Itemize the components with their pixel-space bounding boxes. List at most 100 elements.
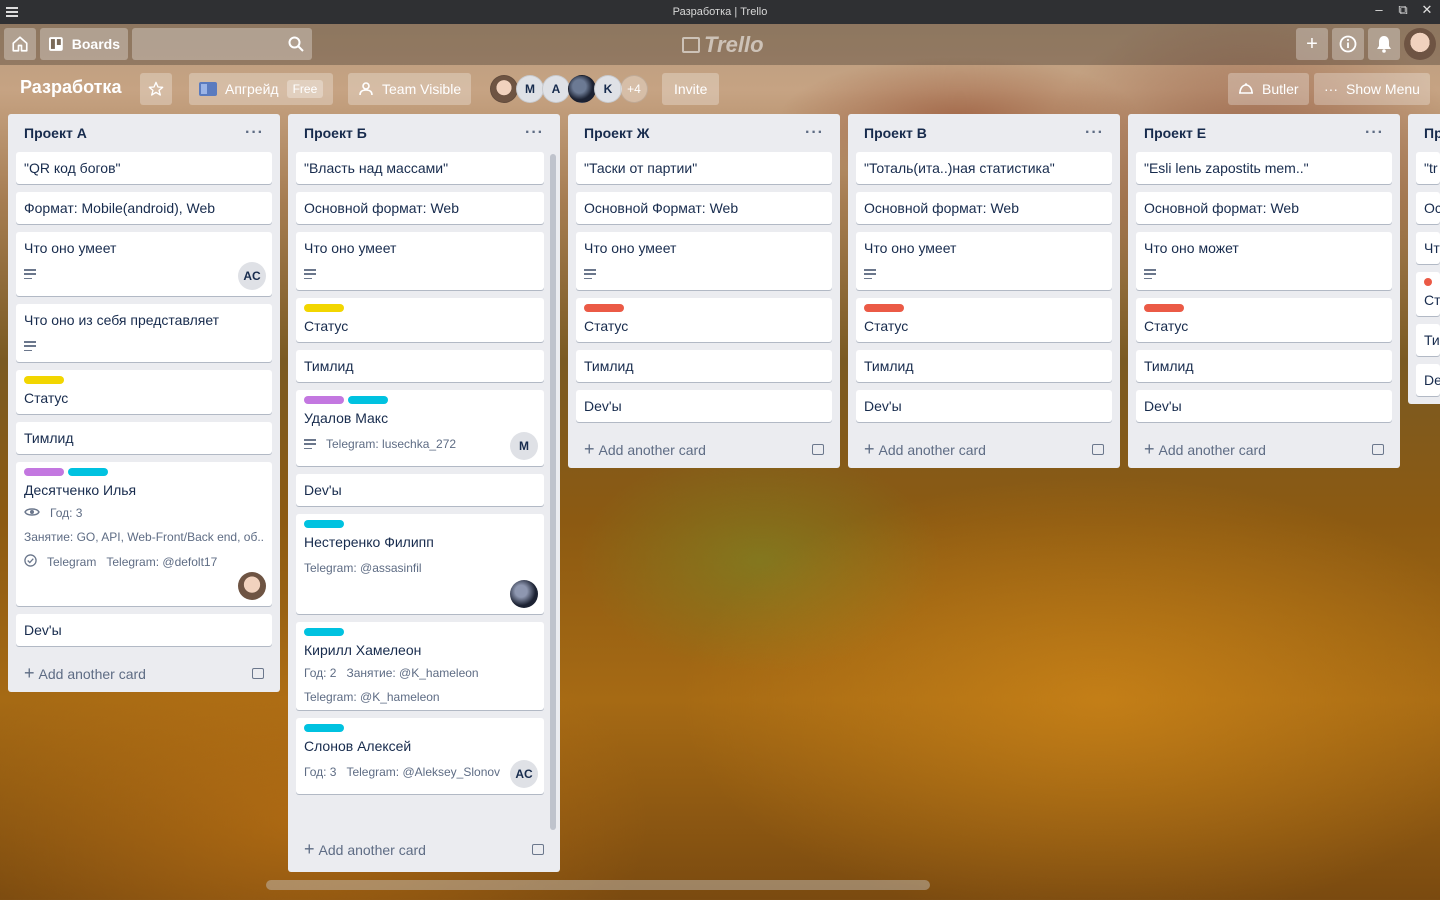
card[interactable]: Формат: Mobile(android), Web	[16, 192, 272, 224]
card[interactable]: Статус	[16, 370, 272, 414]
card[interactable]: Нестеренко Филипп Telegram: @assasinfil	[296, 514, 544, 614]
card[interactable]: "Esli lenь zapostitь mem.."	[1136, 152, 1392, 184]
member-avatar[interactable]: A	[542, 75, 570, 103]
user-avatar[interactable]	[1404, 28, 1436, 60]
board-title[interactable]: Разработка	[20, 77, 121, 98]
list-menu-icon[interactable]: ···	[525, 124, 544, 142]
horizontal-scrollbar[interactable]	[266, 880, 930, 890]
card[interactable]: "Власть над массами"	[296, 152, 544, 184]
notifications-button[interactable]	[1368, 28, 1400, 60]
card[interactable]: Тимлид	[16, 422, 272, 454]
label-sky[interactable]	[348, 396, 388, 404]
card[interactable]: Статус	[576, 298, 832, 342]
card[interactable]: Статус	[296, 298, 544, 342]
label-sky[interactable]	[304, 628, 344, 636]
card[interactable]: Dev'ы	[856, 390, 1112, 422]
card-template-icon[interactable]	[1372, 443, 1384, 455]
star-board-button[interactable]	[140, 73, 172, 105]
add-card-button[interactable]: + Add another card	[8, 654, 280, 692]
card[interactable]: Тимлид	[856, 350, 1112, 382]
card[interactable]: Статус	[856, 298, 1112, 342]
card[interactable]: Основной формат: Web	[296, 192, 544, 224]
member-avatar[interactable]	[490, 75, 518, 103]
add-card[interactable]: + Add another card	[304, 839, 426, 860]
card-template-icon[interactable]	[532, 843, 544, 855]
search-input[interactable]	[132, 28, 282, 60]
label-red[interactable]	[584, 304, 624, 312]
label-sky[interactable]	[304, 724, 344, 732]
list-title[interactable]: Пр	[1424, 125, 1440, 141]
label-sky[interactable]	[304, 520, 344, 528]
card[interactable]: Тимлид	[296, 350, 544, 382]
card[interactable]: Что оно может	[1136, 232, 1392, 290]
info-button[interactable]	[1332, 28, 1364, 60]
card-member-avatar[interactable]	[510, 580, 538, 608]
card-member-avatar[interactable]: AC	[510, 760, 538, 788]
trello-logo[interactable]: Trello	[682, 32, 764, 58]
card[interactable]: Что оно умеет	[856, 232, 1112, 290]
list-menu-icon[interactable]: ···	[245, 124, 264, 142]
member-avatar[interactable]	[568, 75, 596, 103]
label-sky[interactable]	[68, 468, 108, 476]
show-menu-button[interactable]: ··· Show Menu	[1314, 73, 1430, 105]
home-button[interactable]	[4, 28, 36, 60]
member-avatar[interactable]: M	[516, 75, 544, 103]
label-red[interactable]	[1424, 278, 1432, 286]
list-menu-icon[interactable]: ···	[805, 124, 824, 142]
add-card[interactable]: + Add another card	[24, 663, 146, 684]
card-template-icon[interactable]	[812, 443, 824, 455]
card[interactable]: "tr	[1416, 152, 1440, 184]
list-menu-icon[interactable]: ···	[1085, 124, 1104, 142]
card[interactable]: Удалов Макс Telegram: lusechka_272 M	[296, 390, 544, 466]
card[interactable]: Ст	[1416, 272, 1440, 316]
card[interactable]: Чт	[1416, 232, 1440, 264]
list-scrollbar[interactable]	[550, 154, 556, 830]
card[interactable]: Что оно умеет AC	[16, 232, 272, 296]
add-card[interactable]: + Add another card	[584, 439, 706, 460]
card[interactable]: Основной Формат: Web	[576, 192, 832, 224]
card[interactable]: Тимлид	[576, 350, 832, 382]
butler-button[interactable]: Butler	[1228, 73, 1309, 105]
label-red[interactable]	[864, 304, 904, 312]
card[interactable]: Что оно умеет	[576, 232, 832, 290]
card[interactable]: Что оно из себя представляет	[16, 304, 272, 362]
card[interactable]: Кирилл Хамелеон Год: 2 Занятие: @K_hameleo…	[296, 622, 544, 710]
list-menu-icon[interactable]: ···	[1365, 124, 1384, 142]
upgrade-button[interactable]: Апгрейд Free	[189, 73, 334, 105]
label-purple[interactable]	[24, 468, 64, 476]
card-template-icon[interactable]	[1092, 443, 1104, 455]
member-avatar[interactable]: K	[594, 75, 622, 103]
label-red[interactable]	[1144, 304, 1184, 312]
card[interactable]: Слонов Алексей Год: 3 Telegram: @Aleksey_S…	[296, 718, 544, 794]
list-title[interactable]: Проект Б	[304, 125, 367, 141]
more-members-badge[interactable]: +4	[620, 75, 648, 103]
card[interactable]: Dev'ы	[16, 614, 272, 646]
card[interactable]: Основной формат: Web	[1136, 192, 1392, 224]
card-member-avatar[interactable]: AC	[238, 262, 266, 290]
minimize-button[interactable]: –	[1372, 2, 1386, 18]
list-title[interactable]: Проект Е	[1144, 125, 1206, 141]
card-member-avatar[interactable]	[238, 572, 266, 600]
card[interactable]: Тимлид	[1136, 350, 1392, 382]
card[interactable]: Десятченко Илья Год: 3 Занятие: GO, API, W…	[16, 462, 272, 606]
list-title[interactable]: Проект В	[864, 125, 927, 141]
card[interactable]: De	[1416, 364, 1440, 396]
card[interactable]: Dev'ы	[296, 474, 544, 506]
card[interactable]: Ос	[1416, 192, 1440, 224]
card[interactable]: "Тоталь(ита..)ная статистика"	[856, 152, 1112, 184]
card[interactable]: "QR код богов"	[16, 152, 272, 184]
card-template-icon[interactable]	[252, 667, 264, 679]
add-card-button[interactable]: + Add another card	[848, 430, 1120, 468]
card[interactable]: Что оно умеет	[296, 232, 544, 290]
add-card-button[interactable]: + Add another card	[568, 430, 840, 468]
boards-button[interactable]: Boards	[40, 28, 128, 60]
card[interactable]: Dev'ы	[1136, 390, 1392, 422]
card[interactable]: Основной формат: Web	[856, 192, 1112, 224]
add-card[interactable]: + Add another card	[864, 439, 986, 460]
close-window-button[interactable]: ✕	[1420, 2, 1434, 18]
label-yellow[interactable]	[24, 376, 64, 384]
hamburger-menu-icon[interactable]	[6, 5, 18, 19]
add-card-button[interactable]: + Add another card	[288, 830, 560, 868]
create-button[interactable]: +	[1296, 28, 1328, 60]
list-title[interactable]: Проект А	[24, 125, 87, 141]
